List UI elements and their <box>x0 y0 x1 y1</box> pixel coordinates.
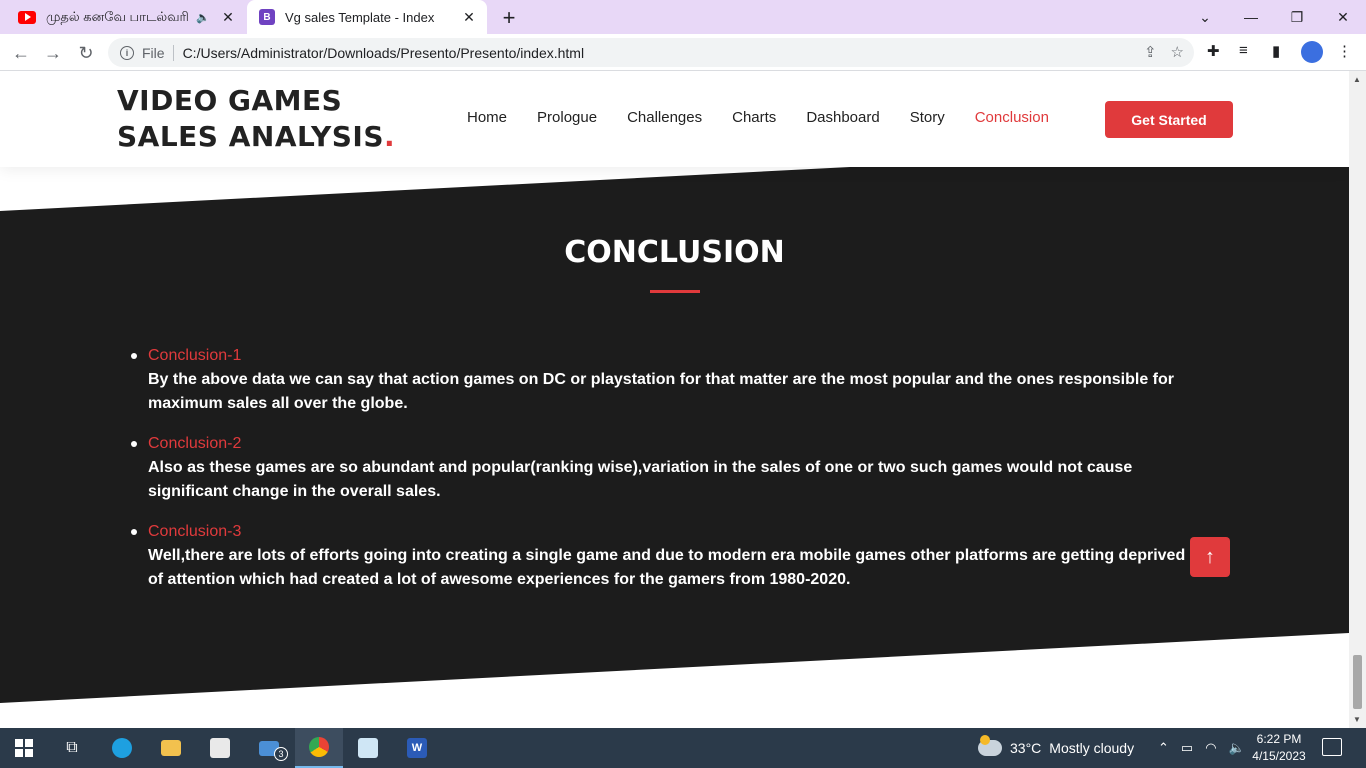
mail-taskbar-button[interactable]: 3 <box>245 728 293 768</box>
scroll-thumb[interactable] <box>1353 655 1362 709</box>
nav-challenges[interactable]: Challenges <box>627 109 702 126</box>
page-scrollbar[interactable]: ▲ ▼ <box>1349 71 1366 728</box>
profile-avatar[interactable] <box>1301 41 1323 63</box>
word-icon: W <box>407 738 427 758</box>
media-icon[interactable]: ≡ <box>1239 42 1248 59</box>
logo-text: VIDEO GAMES SALES ANALYSIS <box>117 84 384 153</box>
notification-icon[interactable] <box>1322 738 1342 756</box>
tab-vg-sales[interactable]: B Vg sales Template - Index ✕ <box>247 0 487 34</box>
windows-icon <box>15 739 33 757</box>
bootstrap-icon: B <box>259 9 275 25</box>
restore-button[interactable]: ❐ <box>1274 0 1320 34</box>
weather-widget[interactable]: 33°C Mostly cloudy <box>978 728 1134 768</box>
task-view-button[interactable]: ⧉ <box>48 728 96 768</box>
side-panel-icon[interactable]: ▮ <box>1272 42 1280 60</box>
bullet-icon <box>131 353 137 359</box>
store-icon <box>210 738 230 758</box>
edge-icon <box>112 738 132 758</box>
start-button[interactable] <box>0 728 48 768</box>
chevron-up-icon[interactable]: ⌃ <box>1158 740 1169 756</box>
chrome-icon <box>309 737 329 757</box>
info-icon[interactable]: i <box>120 45 134 60</box>
conclusion-list: Conclusion-1 By the above data we can sa… <box>131 344 1198 608</box>
scroll-down-icon[interactable]: ▼ <box>1353 715 1361 724</box>
battery-icon[interactable]: ▭ <box>1181 740 1193 756</box>
close-icon[interactable]: ✕ <box>218 9 238 26</box>
nav-home[interactable]: Home <box>467 109 507 126</box>
conclusion-heading: Conclusion-2 <box>148 435 242 452</box>
conclusion-body: By the above data we can say that action… <box>148 371 1174 412</box>
tab-title: முதல் கனவே பாடல்வரி <box>46 8 189 24</box>
new-tab-button[interactable]: + <box>498 5 520 31</box>
nav-story[interactable]: Story <box>910 109 945 126</box>
list-item: Conclusion-1 By the above data we can sa… <box>131 344 1198 416</box>
tab-youtube[interactable]: முதல் கனவே பாடல்வரி 🔈 ✕ <box>8 0 246 34</box>
minimize-button[interactable]: — <box>1228 0 1274 34</box>
tab-title: Vg sales Template - Index <box>285 9 435 25</box>
share-icon[interactable]: ⇪ <box>1144 43 1157 61</box>
extensions-icon[interactable]: ✚ <box>1207 42 1220 60</box>
url-text[interactable]: C:/Users/Administrator/Downloads/Present… <box>183 45 585 61</box>
clock-date: 4/15/2023 <box>1252 749 1306 763</box>
scroll-up-icon[interactable]: ▲ <box>1353 75 1361 84</box>
explorer-taskbar-button[interactable] <box>147 728 195 768</box>
chrome-taskbar-button[interactable] <box>295 728 343 768</box>
site-header: VIDEO GAMES SALES ANALYSIS. Home Prologu… <box>0 71 1349 167</box>
page-viewport: VIDEO GAMES SALES ANALYSIS. Home Prologu… <box>0 71 1349 728</box>
weather-temp: 33°C <box>1010 740 1042 756</box>
nav-conclusion[interactable]: Conclusion <box>975 109 1049 126</box>
tab-search-icon[interactable]: ⌄ <box>1182 0 1228 34</box>
speaker-icon[interactable]: 🔈 <box>196 11 210 24</box>
address-bar[interactable]: i File C:/Users/Administrator/Downloads/… <box>108 38 1194 67</box>
snip-taskbar-button[interactable] <box>344 728 392 768</box>
edge-taskbar-button[interactable] <box>98 728 146 768</box>
list-item: Conclusion-2 Also as these games are so … <box>131 432 1198 504</box>
list-item: Conclusion-3 Well,there are lots of effo… <box>131 520 1198 592</box>
conclusion-heading: Conclusion-3 <box>148 523 242 540</box>
nav-charts[interactable]: Charts <box>732 109 776 126</box>
system-tray: ⌃ ▭ ◠ 🔈 <box>1158 728 1245 768</box>
conclusion-body: Also as these games are so abundant and … <box>148 459 1133 500</box>
forward-button[interactable]: → <box>40 40 66 66</box>
wifi-icon[interactable]: ◠ <box>1205 740 1216 756</box>
weather-condition: Mostly cloudy <box>1049 740 1135 756</box>
arrow-up-icon: ↑ <box>1205 545 1215 568</box>
close-icon[interactable]: ✕ <box>459 9 479 26</box>
title-underline <box>650 290 700 293</box>
word-taskbar-button[interactable]: W <box>393 728 441 768</box>
section-title: CONCLUSION <box>564 235 785 270</box>
clock[interactable]: 6:22 PM 4/15/2023 <box>1248 731 1310 765</box>
reload-button[interactable]: ↻ <box>73 40 99 66</box>
snowflake-icon <box>358 738 378 758</box>
back-to-top-button[interactable]: ↑ <box>1190 537 1230 577</box>
site-logo[interactable]: VIDEO GAMES SALES ANALYSIS. <box>117 83 437 155</box>
bullet-icon <box>131 529 137 535</box>
browser-toolbar: ← → ↻ i File C:/Users/Administrator/Down… <box>0 34 1366 71</box>
close-window-button[interactable]: ✕ <box>1320 0 1366 34</box>
cloudy-icon <box>978 735 1002 756</box>
folder-icon <box>161 740 181 756</box>
conclusion-heading: Conclusion-1 <box>148 347 242 364</box>
nav-prologue[interactable]: Prologue <box>537 109 597 126</box>
bookmark-star-icon[interactable]: ☆ <box>1171 43 1184 61</box>
windows-taskbar: ⧉ 3 W 33°C Mostly cloudy ⌃ ▭ ◠ 🔈 6:22 PM… <box>0 728 1366 768</box>
store-taskbar-button[interactable] <box>196 728 244 768</box>
bullet-icon <box>131 441 137 447</box>
menu-icon[interactable]: ⋮ <box>1337 42 1352 60</box>
mail-badge: 3 <box>274 747 288 761</box>
scheme-label: File <box>142 44 174 61</box>
logo-dot: . <box>384 120 396 153</box>
volume-icon[interactable]: 🔈 <box>1229 740 1245 756</box>
back-button[interactable]: ← <box>8 40 34 66</box>
browser-tabstrip: முதல் கனவே பாடல்வரி 🔈 ✕ B Vg sales Templ… <box>0 0 1366 34</box>
youtube-icon <box>18 10 36 24</box>
conclusion-body: Well,there are lots of efforts going int… <box>148 547 1186 588</box>
nav-dashboard[interactable]: Dashboard <box>806 109 879 126</box>
get-started-button[interactable]: Get Started <box>1105 101 1233 138</box>
task-view-icon: ⧉ <box>66 739 78 756</box>
clock-time: 6:22 PM <box>1256 732 1302 746</box>
main-nav: Home Prologue Challenges Charts Dashboar… <box>467 109 1079 126</box>
